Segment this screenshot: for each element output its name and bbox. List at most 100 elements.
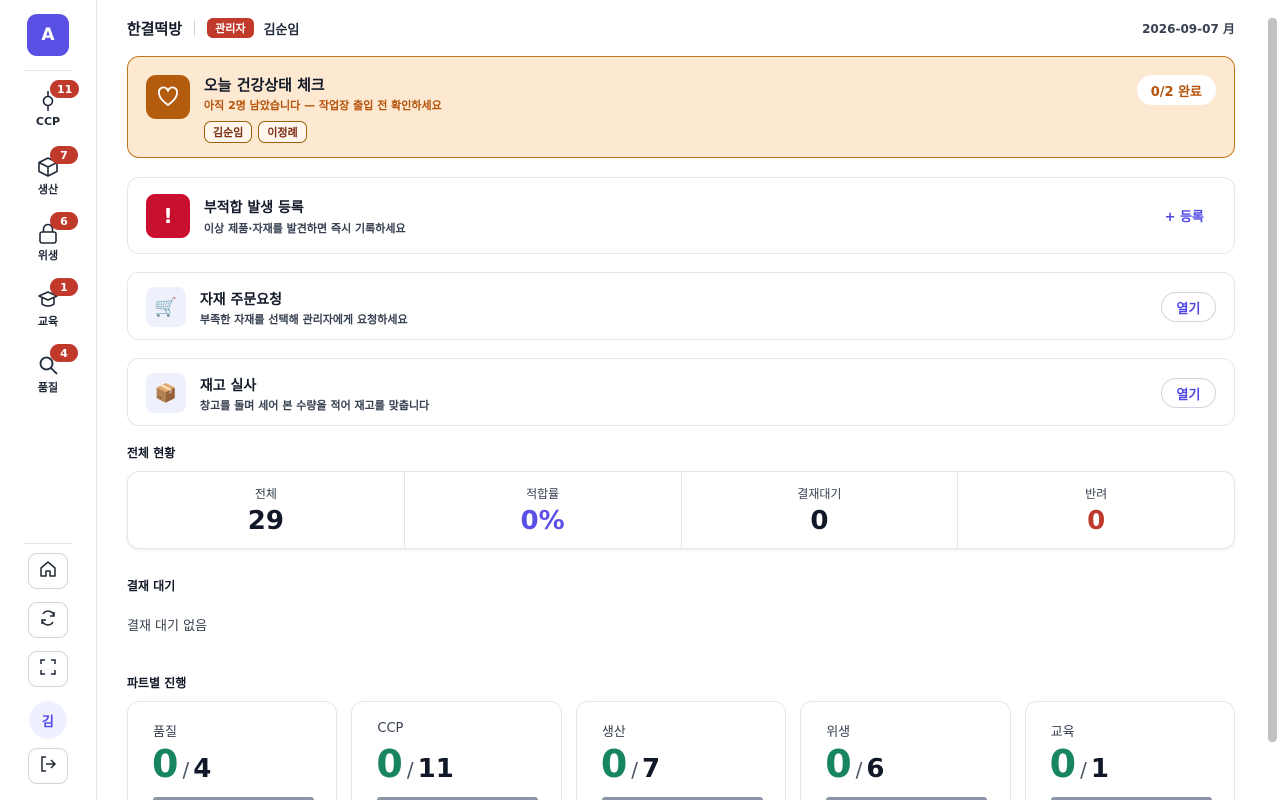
- part-done: 0: [1049, 742, 1077, 786]
- count-badge: 11: [50, 80, 80, 98]
- vertical-scrollbar[interactable]: [1268, 18, 1277, 742]
- current-date: 2026-09-07 月: [1142, 21, 1235, 36]
- home-button[interactable]: [28, 553, 68, 589]
- stat-value: 0: [1087, 506, 1106, 536]
- count-badge: 7: [50, 146, 78, 164]
- part-name: 품질: [153, 725, 177, 740]
- part-done: 0: [152, 742, 179, 786]
- stat-total: 전체 29: [128, 472, 405, 548]
- count-badge: 6: [50, 212, 78, 230]
- page-header: 한결떡방 관리자 김순임 2026-09-07 月: [127, 17, 1235, 39]
- count-badge: 4: [50, 344, 78, 362]
- inventory-subtitle: 창고를 돌며 세어 본 수량을 적어 재고를 맞춥니다: [200, 399, 430, 412]
- part-total: 7: [642, 754, 661, 784]
- open-material-order-button[interactable]: 열기: [1161, 292, 1216, 322]
- part-slash: /: [182, 758, 190, 782]
- stat-compliance-rate: 적합률 0%: [405, 472, 682, 548]
- overview-stats: 전체 29 적합률 0% 결재대기 0 반려 0: [127, 471, 1235, 549]
- approval-empty-message: 결재 대기 없음: [127, 619, 208, 634]
- approval-title: 결재 대기: [127, 579, 176, 593]
- part-total: 1: [1090, 754, 1109, 784]
- sidebar-divider: [24, 70, 72, 71]
- part-name: 생산: [601, 725, 626, 740]
- part-count: 0 / 11: [376, 742, 453, 786]
- part-count: 0 / 1: [1050, 742, 1109, 786]
- register-button[interactable]: + 등록: [1165, 206, 1204, 225]
- sidebar-item-ccp[interactable]: CCP 11: [22, 80, 80, 140]
- sidebar: A CCP 11 생산 7 위생 6 교육 1 품질 4 김: [0, 0, 97, 800]
- home-icon: [39, 560, 57, 582]
- part-card-education[interactable]: 교육 0 / 1: [1024, 701, 1236, 800]
- part-total: 6: [866, 754, 885, 784]
- sidebar-item-label: 위생: [37, 249, 59, 262]
- header-divider: [194, 20, 196, 36]
- stat-value: 29: [247, 506, 284, 536]
- user-name: 김순임: [263, 22, 300, 38]
- person-chip[interactable]: 김순임: [204, 121, 253, 143]
- overview-title: 전체 현황: [127, 446, 176, 460]
- part-count: 0 / 7: [601, 742, 660, 786]
- part-done: 0: [600, 742, 628, 786]
- inventory-title: 재고 실사: [200, 378, 257, 394]
- nonconformance-subtitle: 이상 제품·자재를 발견하면 즉시 기록하세요: [204, 222, 406, 235]
- logout-button[interactable]: [28, 748, 68, 784]
- fullscreen-icon: [39, 658, 57, 680]
- refresh-icon: [39, 609, 57, 631]
- inventory-card[interactable]: 📦 재고 실사 창고를 돌며 세어 본 수량을 적어 재고를 맞춥니다 열기: [127, 358, 1235, 426]
- material-order-subtitle: 부족한 자재를 선택해 관리자에게 요청하세요: [200, 313, 408, 326]
- stat-label: 반려: [1085, 487, 1108, 501]
- sidebar-divider: [24, 543, 72, 544]
- app-logo[interactable]: A: [27, 14, 69, 56]
- logout-icon: [39, 755, 57, 777]
- part-count: 0 / 4: [152, 742, 211, 786]
- part-slash: /: [855, 758, 863, 782]
- part-card-production[interactable]: 생산 0 / 7: [575, 701, 787, 800]
- part-done: 0: [825, 742, 852, 786]
- stat-label: 전체: [254, 487, 277, 501]
- part-card-hygiene[interactable]: 위생 0 / 6: [800, 701, 1011, 800]
- cart-icon: 🛒: [146, 287, 186, 327]
- nonconformance-card[interactable]: ! 부적합 발생 등록 이상 제품·자재를 발견하면 즉시 기록하세요 + 등록: [127, 177, 1235, 254]
- team-name: 한결떡방: [127, 19, 183, 38]
- nonconformance-title: 부적합 발생 등록: [204, 200, 304, 216]
- person-chip[interactable]: 이정례: [258, 121, 307, 143]
- part-count: 0 / 6: [825, 742, 884, 786]
- sidebar-item-label: 생산: [37, 183, 59, 196]
- stat-value: 0%: [520, 506, 565, 536]
- stat-value: 0: [810, 506, 829, 536]
- sidebar-item-production[interactable]: 생산 7: [22, 146, 78, 206]
- part-total: 4: [193, 754, 212, 784]
- part-slash: /: [406, 758, 414, 782]
- material-order-card[interactable]: 🛒 자재 주문요청 부족한 자재를 선택해 관리자에게 요청하세요 열기: [127, 272, 1235, 340]
- sidebar-item-label: 교육: [37, 315, 59, 328]
- part-done: 0: [376, 742, 403, 786]
- parts-progress-title: 파트별 진행: [127, 676, 187, 690]
- stat-label: 적합률: [526, 487, 560, 501]
- part-total: 11: [417, 754, 454, 784]
- health-check-card[interactable]: 오늘 건강상태 체크 아직 2명 남았습니다 — 작업장 출입 전 확인하세요 …: [127, 56, 1235, 158]
- part-card-ccp[interactable]: CCP 0 / 11: [351, 701, 562, 800]
- sidebar-item-quality[interactable]: 품질 4: [22, 344, 78, 404]
- open-inventory-button[interactable]: 열기: [1161, 378, 1216, 408]
- sidebar-item-label: CCP: [35, 115, 61, 128]
- sidebar-item-education[interactable]: 교육 1: [22, 278, 78, 338]
- alert-icon: !: [146, 194, 190, 238]
- stat-pending-approval: 결재대기 0: [682, 472, 959, 548]
- part-name: 교육: [1050, 725, 1075, 740]
- sidebar-item-hygiene[interactable]: 위생 6: [22, 212, 78, 272]
- material-order-title: 자재 주문요청: [200, 292, 283, 308]
- refresh-button[interactable]: [28, 602, 68, 638]
- heart-icon: [146, 75, 190, 119]
- box-icon: 📦: [146, 373, 186, 413]
- health-check-subtitle: 아직 2명 남았습니다 — 작업장 출입 전 확인하세요: [204, 99, 442, 112]
- count-badge: 1: [50, 278, 78, 296]
- avatar[interactable]: 김: [29, 701, 67, 739]
- sidebar-item-label: 품질: [37, 381, 59, 394]
- pending-people: 김순임 이정례: [204, 121, 307, 143]
- part-slash: /: [631, 758, 639, 782]
- part-card-quality[interactable]: 품질 0 / 4: [127, 701, 338, 800]
- fullscreen-button[interactable]: [28, 651, 68, 687]
- part-slash: /: [1080, 758, 1087, 782]
- part-name: CCP: [377, 721, 404, 736]
- health-check-title: 오늘 건강상태 체크: [204, 76, 325, 94]
